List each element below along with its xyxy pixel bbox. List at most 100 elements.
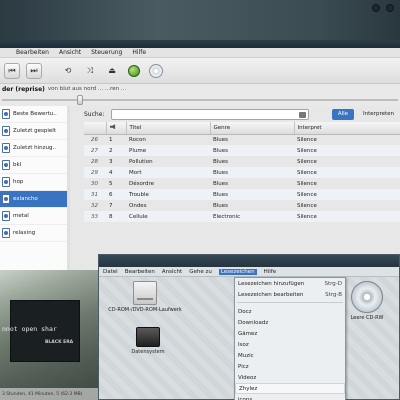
column-track[interactable]: Titel <box>126 122 211 135</box>
track-title: Désordre <box>129 180 155 187</box>
file-manager-titlebar[interactable] <box>99 255 399 267</box>
menu-view[interactable]: Ansicht <box>59 49 81 56</box>
track-index: 7 <box>109 202 113 209</box>
sidebar-item-label: Beste Bewertu.. <box>13 111 57 117</box>
track-title: Mort <box>126 167 210 178</box>
playlist-icon <box>2 126 10 136</box>
cd-icon <box>351 281 383 313</box>
sidebar-item-label: exlancho <box>13 196 38 202</box>
bookmark-item[interactable]: Zhylez <box>235 383 345 394</box>
track-table: Titel Genre Interpret 26 1 Rocon Blues Silen… <box>84 122 400 222</box>
fm-menu-view[interactable]: Ansicht <box>162 269 182 275</box>
sidebar-item-label: Zuletzt hinzug.. <box>13 145 56 151</box>
sidebar-playlist-item[interactable]: relaxing <box>0 225 69 242</box>
track-title: Cellule <box>126 211 210 222</box>
track-genre: Blues <box>213 136 229 143</box>
bookmark-item[interactable]: icons <box>235 394 345 400</box>
device-filesystem[interactable]: Datensystem <box>123 327 173 355</box>
video-window: nnot open shar BLACK ERA 3 Stunden, 41 M… <box>0 270 98 400</box>
bookmark-label: Picz <box>238 363 249 370</box>
track-row[interactable]: 33 8 Cellule Electronic Silence <box>84 211 400 222</box>
fm-menu-bookmarks[interactable]: Lesezeichen <box>218 268 257 275</box>
menu-control[interactable]: Steuerung <box>91 49 122 56</box>
player-titlebar[interactable] <box>0 40 400 48</box>
edit-bookmarks-shortcut: Strg-B <box>325 291 342 298</box>
track-artist: Silence <box>297 136 317 143</box>
fm-menu-edit[interactable]: Bearbeiten <box>125 269 155 275</box>
track-artist: Silence <box>294 145 400 156</box>
column-genre[interactable]: Genre <box>210 122 295 135</box>
track-genre: Electronic <box>210 211 294 222</box>
sidebar-playlist-item[interactable]: exlancho <box>0 191 69 208</box>
track-row[interactable]: 30 5 Désordre Blues Silence <box>84 178 400 189</box>
track-title: Trouble <box>126 189 210 200</box>
bookmark-item[interactable]: Videoz <box>235 372 345 383</box>
device-cdrom-label: CD-ROM-/DVD-ROM-Laufwerk <box>108 307 182 313</box>
track-genre: Blues <box>213 202 229 209</box>
track-row[interactable]: 32 7 Ondes Blues Silence <box>84 200 400 211</box>
cd-button[interactable] <box>148 63 164 79</box>
bookmark-item[interactable]: Picz <box>235 361 345 372</box>
sidebar-playlist-item[interactable]: metal <box>0 208 69 225</box>
track-artist: Silence <box>294 211 400 222</box>
seek-bar[interactable] <box>0 94 400 106</box>
filter-all-button[interactable]: Alle <box>331 108 355 120</box>
menu-help[interactable]: Hilfe <box>132 49 146 56</box>
sidebar-scrollbar[interactable] <box>67 106 70 270</box>
clear-search-icon[interactable] <box>298 111 306 118</box>
device-cdrw[interactable]: Leere CD-RW <box>347 281 387 321</box>
track-row[interactable]: 28 3 Pollution Blues Silence <box>84 156 400 167</box>
track-genre: Blues <box>213 180 229 187</box>
bookmark-item[interactable]: Gämez <box>235 328 345 339</box>
drive-icon <box>133 281 157 305</box>
fm-menu-go[interactable]: Gehe zu <box>189 269 212 275</box>
search-input[interactable] <box>111 108 309 120</box>
track-row[interactable]: 31 6 Trouble Blues Silence <box>84 189 400 200</box>
bookmark-item[interactable]: Isoz <box>235 339 345 350</box>
repeat-icon[interactable]: ⟲ <box>60 63 76 79</box>
menu-edit[interactable]: Bearbeiten <box>16 49 49 56</box>
column-playing[interactable] <box>106 122 127 135</box>
track-row[interactable]: 27 2 Plume Blues Silence <box>84 145 400 156</box>
sidebar-playlist-item[interactable]: hop <box>0 174 69 191</box>
fm-menu-help[interactable]: Hilfe <box>264 269 277 275</box>
background-window-strip <box>0 0 400 40</box>
skip-back-icon[interactable]: ⏮ <box>4 62 20 79</box>
track-number: 33 <box>84 211 106 222</box>
filter-artists-button[interactable]: Interpreten <box>357 109 400 120</box>
sidebar-playlist-item[interactable]: bkl <box>0 157 69 174</box>
bookmark-label: Videoz <box>238 374 257 381</box>
sidebar-playlist-item[interactable]: Beste Bewertu.. <box>0 106 69 123</box>
column-number[interactable] <box>84 122 107 135</box>
window-control-dot[interactable] <box>372 4 380 12</box>
track-number: 30 <box>91 180 98 187</box>
eject-icon[interactable]: ⏏ <box>104 63 120 79</box>
sidebar-playlist-item[interactable]: Zuletzt hinzug.. <box>0 140 69 157</box>
seek-handle[interactable] <box>77 95 83 105</box>
now-playing: der (reprise) von blut aus nord ... ...r… <box>0 84 400 94</box>
search-row: Suche: Alle Interpreten <box>84 106 400 122</box>
shuffle-icon[interactable]: ⤨ <box>82 63 98 79</box>
playlist-icon <box>2 211 10 221</box>
bookmark-label: Gämez <box>238 330 258 337</box>
bookmark-item[interactable]: Downloadz <box>235 317 345 328</box>
add-bookmark-item[interactable]: Lesezeichen hinzufügen Strg-D <box>235 278 345 289</box>
window-control-dot[interactable] <box>386 4 394 12</box>
edit-bookmarks-item[interactable]: Lesezeichen bearbeiten Strg-B <box>235 289 345 300</box>
fm-menu-file[interactable]: Datei <box>103 269 118 275</box>
device-cdrom[interactable]: CD-ROM-/DVD-ROM-Laufwerk <box>105 281 185 313</box>
bookmark-item[interactable]: Muzic <box>235 350 345 361</box>
track-row[interactable]: 29 4 Mort Blues Silence <box>84 167 400 178</box>
globe-button[interactable] <box>126 63 142 79</box>
bookmark-label: Downloadz <box>238 319 269 326</box>
edit-bookmarks-label: Lesezeichen bearbeiten <box>238 291 304 298</box>
player-body: Beste Bewertu.. Zuletzt gespielt Zuletzt h… <box>0 106 400 270</box>
track-row[interactable]: 26 1 Rocon Blues Silence <box>84 134 400 145</box>
track-title: Rocon <box>129 136 146 143</box>
bookmark-item[interactable]: Docz <box>235 306 345 317</box>
column-artist[interactable]: Interpret <box>294 122 400 135</box>
track-genre: Blues <box>213 158 229 165</box>
sidebar-playlist-item[interactable]: Zuletzt gespielt <box>0 123 69 140</box>
cd-icon <box>149 63 163 78</box>
skip-forward-icon[interactable]: ⏭ <box>26 62 42 79</box>
